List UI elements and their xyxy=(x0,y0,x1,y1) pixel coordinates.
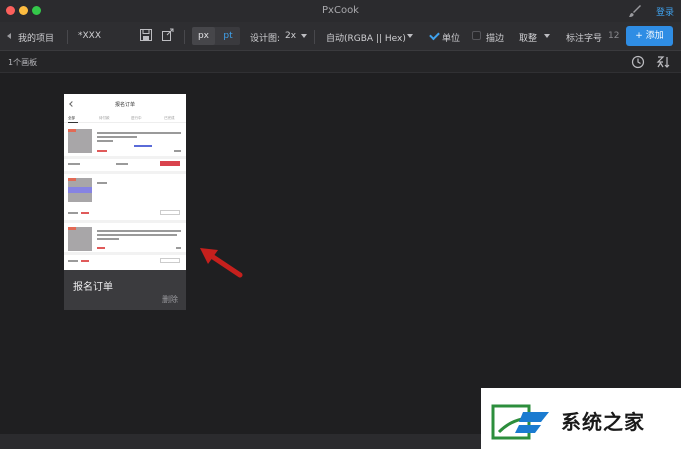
title-bar: PxCook 登录 xyxy=(0,0,681,22)
sort-icon[interactable] xyxy=(656,55,670,69)
toolbar-divider xyxy=(314,30,315,44)
preview-text-line xyxy=(68,260,78,262)
design-scale-label: 设计图: xyxy=(250,34,281,44)
preview-text-line xyxy=(97,136,137,138)
toolbar-divider xyxy=(67,30,68,44)
preview-tab: 进行中 xyxy=(131,116,142,120)
chevron-down-icon[interactable] xyxy=(301,34,307,38)
preview-text-line xyxy=(116,163,128,165)
back-arrow-icon[interactable] xyxy=(7,33,11,39)
preview-measure-line xyxy=(134,145,152,147)
preview-text-line xyxy=(174,150,181,152)
preview-text-line xyxy=(97,182,107,184)
preview-text-line xyxy=(68,163,80,165)
preview-thumbnail xyxy=(68,227,92,251)
add-button[interactable]: + 添加 xyxy=(626,26,673,46)
preview-text-line xyxy=(97,140,113,142)
toolbar-divider xyxy=(184,30,185,44)
preview-text-line xyxy=(97,234,177,236)
save-icon[interactable] xyxy=(139,28,153,42)
artboard-preview[interactable]: 报名订单 全部 待付款 进行中 已完成 xyxy=(64,94,186,270)
preview-tab: 待付款 xyxy=(99,116,110,120)
preview-tab: 全部 xyxy=(68,116,75,120)
preview-tab-indicator xyxy=(68,122,78,123)
preview-tabs: 全部 待付款 进行中 已完成 xyxy=(64,113,186,123)
toolbar: 我的项目 *XXX px pt 设计图: 2x 自动(RGBA || Hex) … xyxy=(0,22,681,51)
file-name: *XXX xyxy=(78,31,101,41)
unit-checkbox[interactable] xyxy=(429,29,440,41)
preview-nav-title: 报名订单 xyxy=(114,102,135,108)
red-arrow-annotation xyxy=(200,248,243,278)
preview-selection-highlight xyxy=(68,187,92,193)
preview-red-button xyxy=(160,161,180,166)
rounding-select[interactable]: 取整 xyxy=(519,31,537,44)
preview-price-line xyxy=(81,212,89,214)
chevron-down-icon[interactable] xyxy=(407,34,413,38)
panel-count: 1个画板 xyxy=(8,58,38,67)
watermark-text: 系统之家 xyxy=(561,410,645,434)
delete-artboard-button[interactable]: 删除 xyxy=(162,294,178,305)
stroke-checkbox-label: 描边 xyxy=(486,34,505,44)
brush-icon[interactable] xyxy=(628,4,642,18)
preview-button xyxy=(160,258,180,263)
preview-text-line xyxy=(68,212,78,214)
preview-text-line xyxy=(97,230,181,232)
preview-price-line xyxy=(81,260,89,262)
watermark: 系统之家 xyxy=(481,388,681,449)
preview-divider xyxy=(64,252,186,255)
preview-button xyxy=(160,210,180,215)
export-icon[interactable] xyxy=(161,28,175,42)
artboard-title[interactable]: 报名订单 xyxy=(73,278,113,293)
preview-thumbnail xyxy=(68,129,92,153)
plus-icon: + xyxy=(635,31,646,41)
unit-pt-button[interactable]: pt xyxy=(217,27,239,45)
history-clock-icon[interactable] xyxy=(631,55,645,69)
preview-divider xyxy=(64,171,186,174)
preview-text-line xyxy=(97,132,181,134)
preview-divider xyxy=(64,156,186,159)
preview-text-line xyxy=(176,247,181,249)
add-button-label: 添加 xyxy=(645,31,664,41)
font-size-label: 标注字号 xyxy=(566,34,603,44)
preview-divider xyxy=(64,220,186,223)
artboard-footer: 报名订单 删除 xyxy=(64,270,186,310)
my-projects-link[interactable]: 我的项目 xyxy=(18,31,54,44)
preview-price-line xyxy=(97,150,107,152)
panel-bar: 1个画板 xyxy=(0,51,681,73)
artboard-card[interactable]: 报名订单 全部 待付款 进行中 已完成 报名订单 删除 xyxy=(64,94,186,310)
watermark-logo-icon xyxy=(491,404,549,440)
unit-px-button[interactable]: px xyxy=(192,27,215,45)
font-size-value[interactable]: 12 xyxy=(608,31,619,41)
preview-text-line xyxy=(97,238,119,240)
window-title: PxCook xyxy=(322,5,359,16)
preview-tab: 已完成 xyxy=(164,116,175,120)
chevron-down-icon[interactable] xyxy=(544,34,550,38)
preview-price-line xyxy=(97,247,105,249)
color-format-select[interactable]: 自动(RGBA || Hex) xyxy=(326,31,406,44)
login-link[interactable]: 登录 xyxy=(656,5,674,18)
unit-checkbox-label: 单位 xyxy=(442,34,461,44)
design-scale-select[interactable]: 2x xyxy=(285,31,296,41)
stroke-checkbox[interactable] xyxy=(472,31,481,40)
